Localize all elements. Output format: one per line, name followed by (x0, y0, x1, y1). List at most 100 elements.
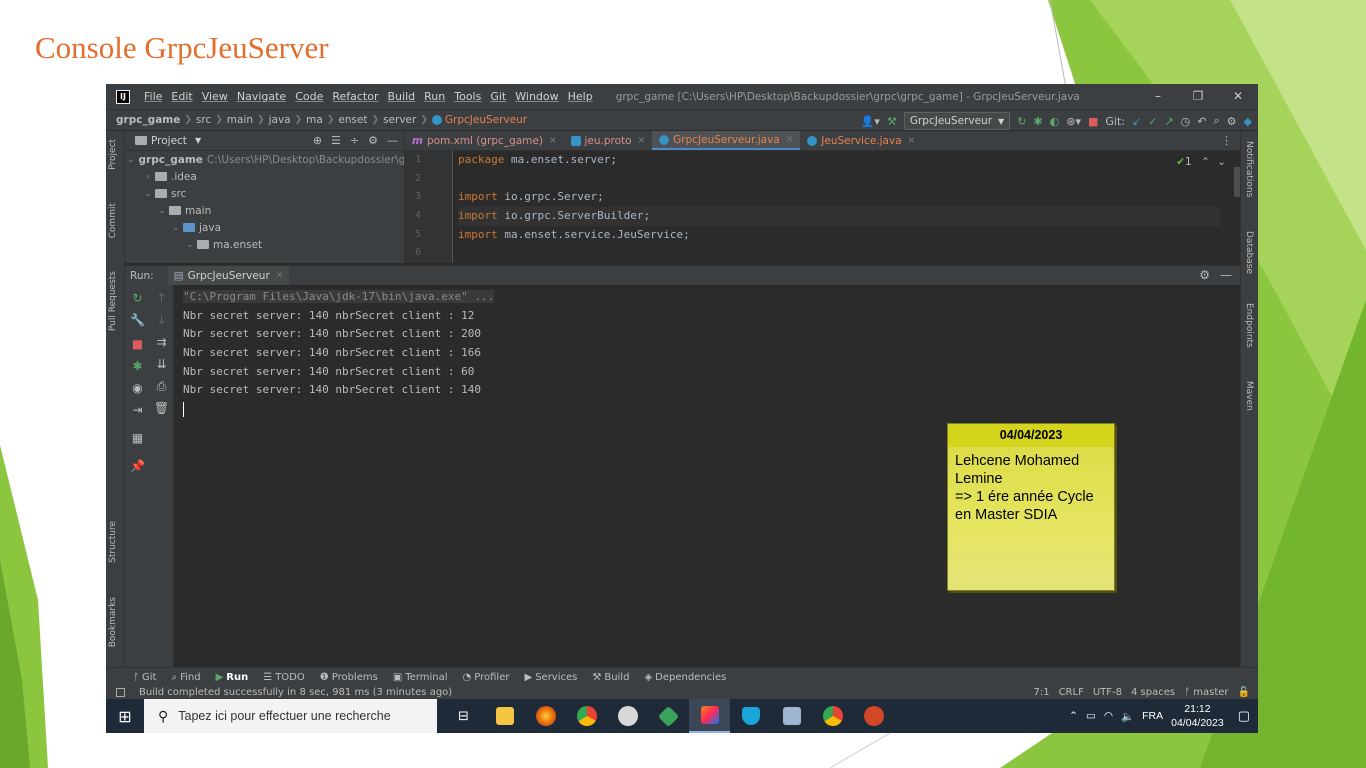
jetbrains-icon[interactable]: ◆ (1244, 115, 1252, 128)
close-icon[interactable]: ✕ (786, 135, 794, 145)
tab-jeu-service[interactable]: JeuService.java ✕ (800, 131, 922, 150)
caret-position[interactable]: 7:1 (1033, 687, 1049, 698)
debug-icon[interactable]: ✱ (1033, 115, 1042, 128)
breadcrumb-class[interactable]: GrpcJeuServeur (445, 114, 527, 126)
tab-grpc-jeu-serveur[interactable]: GrpcJeuServeur.java ✕ (652, 131, 801, 150)
tab-terminal[interactable]: ▣ Terminal (393, 672, 448, 683)
profile-icon[interactable]: ⊛▾ (1066, 115, 1081, 128)
run-tab-grpc-jeu-serveur[interactable]: ▤ GrpcJeuServeur ✕ (167, 265, 290, 286)
layout-icon[interactable]: ▦ (125, 431, 150, 445)
paint-icon[interactable] (607, 699, 648, 733)
gear-icon[interactable]: ⚙ (1199, 268, 1210, 282)
rerun-icon[interactable]: ↻ (125, 291, 150, 305)
arrow-up-icon[interactable]: ↑ (150, 291, 173, 305)
inspection-widget[interactable]: ✔1 ⌃ ⌄ (1176, 156, 1226, 168)
file-explorer-icon[interactable] (484, 699, 525, 733)
chevron-down-icon[interactable]: ⌄ (1217, 156, 1226, 168)
tree-item-java[interactable]: ⌄ java (125, 219, 404, 236)
taskbar-search[interactable]: ⚲ Tapez ici pour effectuer une recherche (144, 699, 437, 733)
tab-maven[interactable]: Maven (1244, 381, 1254, 411)
indent-setting[interactable]: 4 spaces (1131, 687, 1175, 698)
tab-git[interactable]: ᚠ Git (133, 672, 156, 683)
tab-notifications[interactable]: Notifications (1244, 141, 1254, 197)
minimize-button[interactable]: – (1138, 84, 1178, 109)
rollback-icon[interactable]: ↶ (1197, 115, 1206, 128)
hide-icon[interactable]: — (1220, 268, 1232, 282)
breadcrumb-src[interactable]: src (196, 114, 211, 126)
run-configuration-select[interactable]: GrpcJeuServeur ▼ (903, 112, 1011, 130)
wifi-icon[interactable]: ◠ (1104, 710, 1113, 722)
menu-navigate[interactable]: Navigate (237, 90, 286, 103)
project-panel-title[interactable]: Project (151, 135, 187, 147)
menu-help[interactable]: Help (568, 90, 593, 103)
tab-bookmarks[interactable]: Bookmarks (108, 597, 118, 647)
chrome-icon[interactable] (566, 699, 607, 733)
rerun-icon[interactable]: ↻ (1017, 115, 1026, 128)
task-view-icon[interactable]: ⊟ (443, 699, 484, 733)
git-commit-icon[interactable]: ✓ (1148, 115, 1157, 128)
tab-problems[interactable]: ❶ Problems (320, 672, 378, 683)
tab-dependencies[interactable]: ◈ Dependencies (644, 672, 726, 683)
notes-icon[interactable] (771, 699, 812, 733)
expand-all-icon[interactable]: ☰ (331, 134, 341, 147)
windows-start-icon[interactable]: ⊞ (106, 707, 144, 726)
wrench-icon[interactable]: 🔧 (125, 313, 150, 327)
soft-wrap-icon[interactable]: ⇉ (150, 335, 173, 349)
tab-profiler[interactable]: ◔ Profiler (463, 672, 510, 683)
tab-find[interactable]: ⌕ Find (171, 672, 200, 683)
close-button[interactable]: ✕ (1218, 84, 1258, 109)
breadcrumb-java[interactable]: java (269, 114, 291, 126)
menu-refactor[interactable]: Refactor (332, 90, 378, 103)
hammer-icon[interactable]: ⚒ (887, 115, 897, 128)
breadcrumb-project[interactable]: grpc_game (116, 114, 180, 126)
maximize-button[interactable]: ❐ (1178, 84, 1218, 109)
chevron-up-icon[interactable]: ⌃ (1201, 156, 1210, 168)
tab-build[interactable]: ⚒ Build (592, 672, 629, 683)
user-icon[interactable]: 👤▾ (861, 115, 880, 128)
battery-icon[interactable]: ▭ (1086, 710, 1096, 722)
tree-item-ma-enset[interactable]: ⌄ ma.enset (125, 236, 404, 253)
scroll-to-end-icon[interactable]: ⇊ (150, 357, 173, 371)
coverage-icon[interactable]: ◐ (1050, 115, 1060, 128)
stop-icon[interactable]: ■ (1088, 115, 1098, 128)
firefox-icon[interactable] (525, 699, 566, 733)
menu-window[interactable]: Window (515, 90, 558, 103)
exit-icon[interactable]: ⇥ (125, 403, 150, 417)
intellij-taskbar-icon[interactable] (689, 699, 730, 733)
search-icon[interactable]: ⌕ (1213, 114, 1219, 128)
volume-icon[interactable]: 🔈 (1121, 710, 1134, 723)
tree-item-idea[interactable]: › .idea (125, 168, 404, 185)
tab-commit[interactable]: Commit (108, 203, 118, 238)
taskbar-clock[interactable]: 21:12 04/04/2023 (1171, 702, 1224, 730)
file-encoding[interactable]: UTF-8 (1093, 687, 1122, 698)
menu-view[interactable]: View (202, 90, 228, 103)
arrow-down-icon[interactable]: ↓ (150, 313, 173, 327)
menu-file[interactable]: File (144, 90, 162, 103)
trash-icon[interactable]: 🗑 (150, 401, 173, 415)
close-icon[interactable]: ✕ (276, 271, 284, 281)
close-icon[interactable]: ✕ (908, 136, 916, 146)
notification-icon[interactable]: ▢ (1238, 708, 1250, 724)
lock-icon[interactable]: 🔓 (1238, 687, 1250, 698)
camera-icon[interactable]: ◉ (125, 381, 150, 395)
hide-icon[interactable]: — (387, 134, 398, 147)
history-icon[interactable]: ◷ (1181, 115, 1191, 128)
tree-item-main[interactable]: ⌄ main (125, 202, 404, 219)
line-separator[interactable]: CRLF (1059, 687, 1084, 698)
git-kraken-icon[interactable] (648, 699, 689, 733)
security-icon[interactable] (730, 699, 771, 733)
close-icon[interactable]: ✕ (549, 136, 557, 146)
collapse-all-icon[interactable]: ÷ (350, 134, 359, 147)
tree-item-src[interactable]: ⌄ src (125, 185, 404, 202)
git-update-icon[interactable]: ↙ (1132, 115, 1141, 128)
tab-structure[interactable]: Structure (108, 521, 118, 563)
powerpoint-icon[interactable] (853, 699, 894, 733)
git-branch-widget[interactable]: ᚠ master (1184, 687, 1228, 698)
tab-endpoints[interactable]: Endpoints (1244, 303, 1254, 348)
tab-run[interactable]: ▶ Run (216, 672, 249, 683)
tab-todo[interactable]: ☰ TODO (263, 672, 305, 683)
print-icon[interactable]: ⎙ (150, 379, 173, 394)
menu-edit[interactable]: Edit (171, 90, 192, 103)
chevron-down-icon[interactable]: ▼ (195, 136, 201, 145)
menu-run[interactable]: Run (424, 90, 445, 103)
